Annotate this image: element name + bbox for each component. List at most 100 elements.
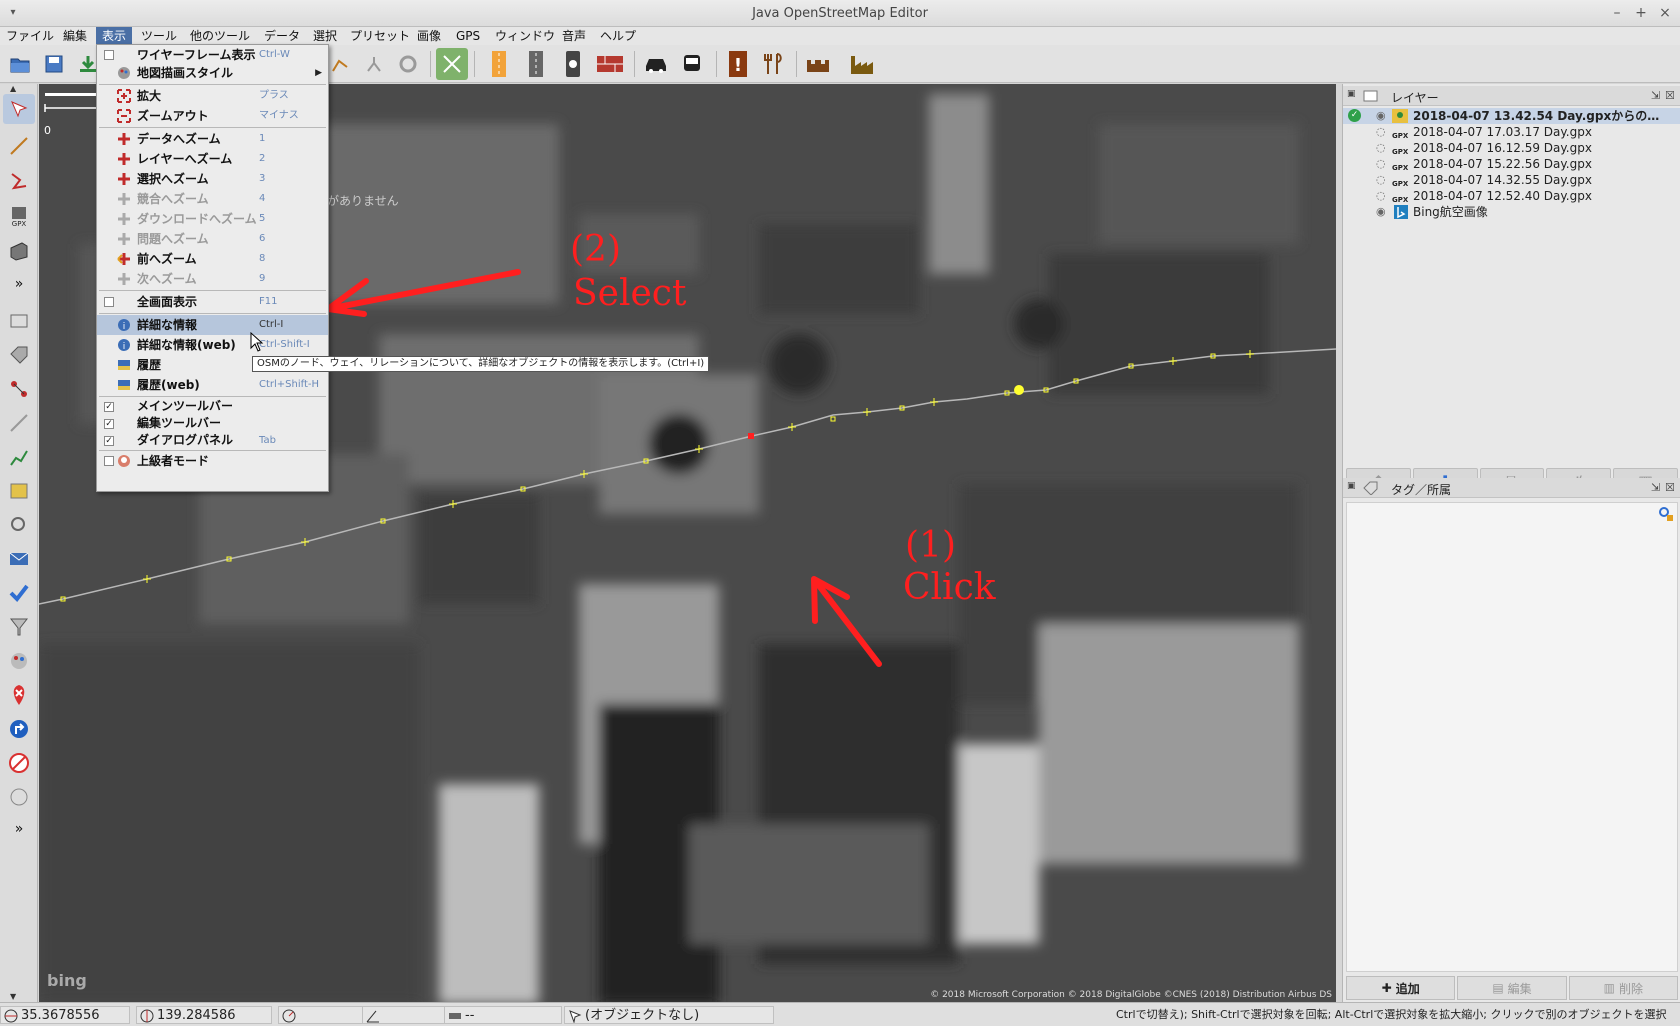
scroll-up-icon[interactable]: ▲: [10, 84, 16, 93]
visibility-icon[interactable]: ◌: [1376, 124, 1386, 140]
wall-icon[interactable]: [594, 48, 626, 80]
edit-tag-button[interactable]: ▤ 編集: [1457, 976, 1567, 1000]
menu-item-zoom-previous[interactable]: 前へズーム 8: [97, 249, 328, 269]
traffic-light-icon[interactable]: [557, 48, 589, 80]
imagery-attribution[interactable]: © 2018 Microsoft Corporation © 2018 Digi…: [930, 990, 1332, 1000]
car-icon[interactable]: [640, 48, 672, 80]
road-primary-icon[interactable]: [483, 48, 515, 80]
menu-windows[interactable]: ウィンドウ: [489, 27, 561, 45]
tags-panel-header[interactable]: ▣ タグ／所属 ⇲ ☒: [1343, 478, 1680, 498]
menu-item-expert-mode[interactable]: 上級者モード: [97, 451, 328, 471]
palette-icon[interactable]: [3, 646, 35, 676]
visibility-icon[interactable]: ◌: [1376, 172, 1386, 188]
menu-item-fullscreen[interactable]: 全画面表示 F11: [97, 292, 328, 312]
menu-help[interactable]: ヘルプ: [594, 27, 642, 45]
open-file-icon[interactable]: [4, 48, 36, 80]
toggle-dialogs-icon[interactable]: [3, 306, 35, 336]
menu-tools[interactable]: ツール: [135, 27, 183, 45]
tags-table[interactable]: [1346, 502, 1678, 972]
menu-item-advanced-info[interactable]: i 詳細な情報 Ctrl-I: [97, 315, 328, 335]
more-tools-icon[interactable]: »: [3, 269, 35, 299]
map-icon[interactable]: [436, 48, 468, 80]
lasso-tool-icon[interactable]: [3, 166, 35, 196]
menu-selection[interactable]: 選択: [307, 27, 343, 45]
menu-item-map-style[interactable]: 地図描画スタイル ▶: [97, 63, 328, 83]
tag-tool-icon[interactable]: [3, 340, 35, 370]
menu-presets[interactable]: プリセット: [344, 27, 416, 45]
draw-tool-icon[interactable]: [3, 131, 35, 161]
collapse-icon[interactable]: ▣: [1347, 89, 1356, 99]
visibility-icon[interactable]: ◉: [1376, 204, 1386, 220]
menu-item-wireframe[interactable]: ワイヤーフレーム表示 Ctrl-W: [97, 45, 328, 65]
layer-row[interactable]: ◌ GPX 2018-04-07 16.12.59 Day.gpx: [1343, 140, 1680, 156]
menu-item-advanced-info-web[interactable]: i 詳細な情報(web) Ctrl-Shift-I: [97, 335, 328, 355]
menu-audio[interactable]: 音声: [556, 27, 592, 45]
scroll-down-icon[interactable]: ▼: [10, 992, 16, 1001]
menu-item-zoom-out[interactable]: ズームアウト マイナス: [97, 106, 328, 126]
collapse-icon[interactable]: ▣: [1347, 481, 1356, 491]
building-tool-icon[interactable]: [3, 236, 35, 266]
checkbox-checked[interactable]: ✓: [104, 436, 114, 446]
menu-item-zoom-in[interactable]: 拡大 プラス: [97, 86, 328, 106]
maximize-button[interactable]: +: [1632, 4, 1650, 22]
chart-tool-icon[interactable]: [3, 442, 35, 472]
merge-icon[interactable]: [358, 48, 390, 80]
layers-panel-header[interactable]: ▣ レイヤー ⇲ ☒: [1343, 86, 1680, 106]
minimize-button[interactable]: –: [1608, 4, 1626, 22]
close-button[interactable]: ×: [1656, 4, 1674, 22]
menu-more-tools[interactable]: 他のツール: [184, 27, 256, 45]
align-tool-icon[interactable]: [3, 408, 35, 438]
menu-item-dialog-panel[interactable]: ✓ ダイアログパネル Tab: [97, 432, 328, 449]
checkbox[interactable]: [104, 297, 114, 307]
road-secondary-icon[interactable]: [520, 48, 552, 80]
menu-item-zoom-selection[interactable]: 選択へズーム 3: [97, 169, 328, 189]
bus-icon[interactable]: [676, 48, 708, 80]
layer-row[interactable]: ◌ GPX 2018-04-07 12.52.40 Day.gpx: [1343, 188, 1680, 204]
wikipedia-icon[interactable]: [3, 782, 35, 812]
checkbox-checked[interactable]: ✓: [104, 402, 114, 412]
search-tool-icon[interactable]: [3, 510, 35, 540]
checkbox-checked[interactable]: ✓: [104, 419, 114, 429]
checkbox[interactable]: [104, 456, 114, 466]
marker-delete-icon[interactable]: [3, 680, 35, 710]
castle-icon[interactable]: [802, 48, 834, 80]
validate-icon[interactable]: [3, 578, 35, 608]
close-panel-icon[interactable]: ☒: [1665, 89, 1675, 102]
refresh-icon[interactable]: [392, 48, 424, 80]
layer-row[interactable]: ✓ ◉ 2018-04-07 13.42.54 Day.gpxからの…: [1343, 108, 1680, 124]
turn-restriction-icon[interactable]: [3, 714, 35, 744]
layer-row[interactable]: ◌ GPX 2018-04-07 14.32.55 Day.gpx: [1343, 172, 1680, 188]
relation-tool-icon[interactable]: [3, 374, 35, 404]
menu-item-zoom-layer[interactable]: レイヤーへズーム 2: [97, 149, 328, 169]
menu-item-zoom-data[interactable]: データへズーム 1: [97, 129, 328, 149]
filter-icon[interactable]: [3, 612, 35, 642]
visibility-icon[interactable]: ◉: [1376, 108, 1386, 124]
menu-edit[interactable]: 編集: [57, 27, 93, 45]
gpx-tool-icon[interactable]: GPX: [3, 201, 35, 231]
menu-view[interactable]: 表示: [96, 27, 133, 45]
restaurant-icon[interactable]: [757, 48, 789, 80]
more-tools-2-icon[interactable]: »: [3, 814, 35, 844]
visibility-icon[interactable]: ◌: [1376, 140, 1386, 156]
undock-icon[interactable]: ⇲: [1651, 89, 1660, 102]
close-panel-icon[interactable]: ☒: [1665, 481, 1675, 494]
no-turn-icon[interactable]: [3, 748, 35, 778]
warning-icon[interactable]: !: [722, 48, 754, 80]
menu-file[interactable]: ファイル: [0, 27, 60, 45]
layer-row[interactable]: ◌ GPX 2018-04-07 15.22.56 Day.gpx: [1343, 156, 1680, 172]
delete-tag-button[interactable]: ▥ 削除: [1568, 976, 1678, 1000]
checkbox[interactable]: [104, 50, 114, 60]
factory-icon[interactable]: [846, 48, 878, 80]
save-icon[interactable]: [38, 48, 70, 80]
select-tool-icon[interactable]: [3, 94, 35, 124]
preset-search-icon[interactable]: [1658, 506, 1674, 522]
menu-item-edit-toolbar[interactable]: ✓ 編集ツールバー: [97, 415, 328, 432]
layer-row[interactable]: ◉ Bing航空画像: [1343, 204, 1680, 220]
layer-row[interactable]: ◌ GPX 2018-04-07 17.03.17 Day.gpx: [1343, 124, 1680, 140]
menu-item-history-web[interactable]: 履歴(web) Ctrl+Shift-H: [97, 375, 328, 395]
menu-imagery[interactable]: 画像: [411, 27, 447, 45]
undock-icon[interactable]: ⇲: [1651, 481, 1660, 494]
mail-tool-icon[interactable]: [3, 544, 35, 574]
visibility-icon[interactable]: ◌: [1376, 188, 1386, 204]
menu-data[interactable]: データ: [258, 27, 306, 45]
